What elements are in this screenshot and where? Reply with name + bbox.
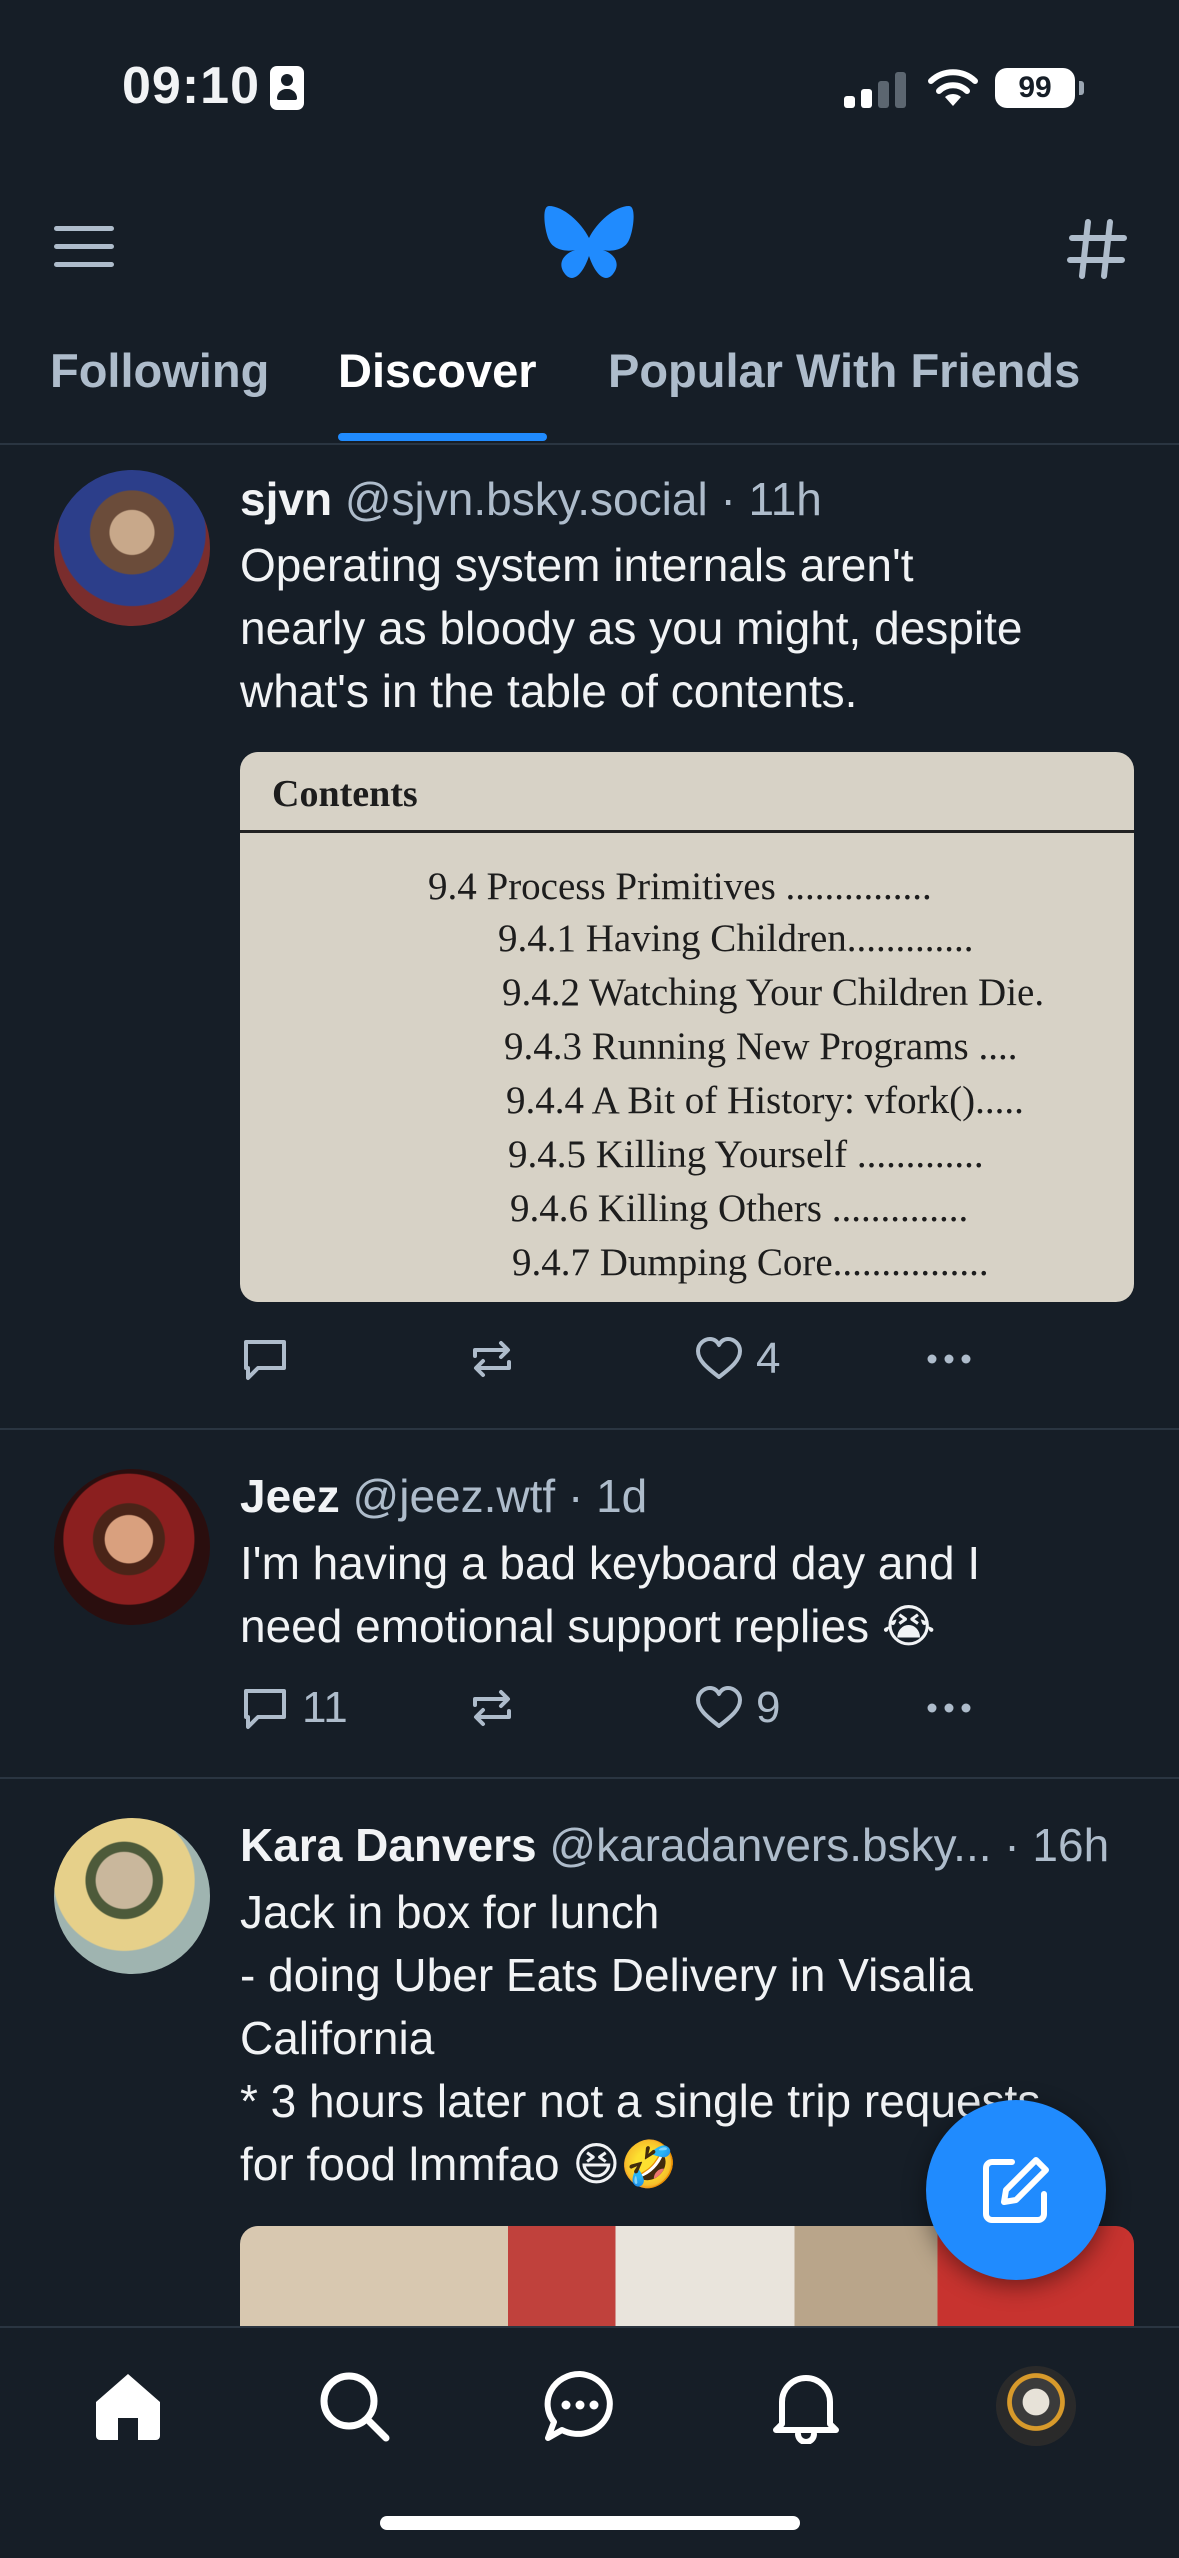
tab-following[interactable]: Following bbox=[50, 343, 269, 398]
image-line: 9.4.3 Running New Programs .... bbox=[504, 1025, 1018, 1068]
like-button[interactable]: 4 bbox=[694, 1334, 780, 1384]
header-divider bbox=[0, 443, 1179, 445]
post-header: Jeez @jeez.wtf · 1d bbox=[240, 1469, 647, 1523]
image-line: 9.4.5 Killing Yourself ............. bbox=[508, 1133, 984, 1176]
compose-button[interactable] bbox=[926, 2100, 1106, 2280]
tab-discover[interactable]: Discover bbox=[338, 343, 537, 398]
repost-icon bbox=[473, 1341, 511, 1377]
chat-icon[interactable] bbox=[542, 2368, 618, 2444]
handle[interactable]: @sjvn.bsky.social bbox=[345, 473, 708, 525]
heart-icon bbox=[696, 1337, 742, 1379]
butterfly-logo-icon[interactable] bbox=[543, 204, 635, 286]
like-button[interactable]: 9 bbox=[694, 1683, 780, 1733]
image-line: 9.4.2 Watching Your Children Die. bbox=[502, 971, 1045, 1014]
id-card-icon bbox=[270, 66, 304, 110]
hamburger-menu-icon[interactable] bbox=[52, 222, 116, 272]
display-name[interactable]: Jeez bbox=[240, 1470, 340, 1522]
reply-count: 11 bbox=[302, 1683, 348, 1732]
post-divider bbox=[0, 1777, 1179, 1779]
image-rule bbox=[240, 830, 1134, 833]
heart-icon bbox=[696, 1686, 742, 1728]
bell-icon[interactable] bbox=[768, 2368, 844, 2444]
display-name[interactable]: Kara Danvers bbox=[240, 1819, 537, 1871]
hashtag-icon[interactable] bbox=[1066, 218, 1128, 280]
avatar[interactable] bbox=[54, 1469, 210, 1625]
image-line: 9.4.6 Killing Others .............. bbox=[510, 1187, 969, 1230]
search-icon[interactable] bbox=[316, 2368, 392, 2444]
post-image[interactable]: Contents 9.4 Process Primitives ........… bbox=[240, 752, 1134, 1302]
wifi-icon bbox=[928, 69, 978, 106]
post-time: · 1d bbox=[567, 1470, 648, 1522]
post-text: I'm having a bad keyboard day and I need… bbox=[240, 1537, 981, 1652]
avatar[interactable] bbox=[54, 1818, 210, 1974]
more-icon bbox=[927, 1703, 971, 1713]
post-header: Kara Danvers @karadanvers.bsky... · 16h bbox=[240, 1818, 1109, 1872]
battery-icon: 99 bbox=[995, 68, 1084, 108]
compose-icon bbox=[983, 2157, 1049, 2223]
home-indicator bbox=[380, 2516, 800, 2530]
post-header: sjvn @sjvn.bsky.social · 11h bbox=[240, 472, 822, 526]
post-time: · 16h bbox=[1004, 1819, 1110, 1871]
image-contents-heading: Contents bbox=[272, 773, 418, 815]
repost-button[interactable] bbox=[467, 1334, 529, 1384]
reply-button[interactable]: 11 bbox=[240, 1683, 348, 1733]
reply-icon bbox=[244, 1689, 286, 1729]
more-options-button[interactable] bbox=[924, 1683, 974, 1733]
handle[interactable]: @jeez.wtf bbox=[353, 1470, 556, 1522]
avatar[interactable] bbox=[54, 470, 210, 626]
image-line: 9.4.7 Dumping Core................ bbox=[512, 1241, 989, 1284]
profile-avatar[interactable] bbox=[996, 2366, 1076, 2446]
handle[interactable]: @karadanvers.bsky... bbox=[549, 1819, 991, 1871]
status-time: 09:10 bbox=[122, 57, 260, 115]
like-count: 9 bbox=[756, 1683, 781, 1732]
more-options-button[interactable] bbox=[924, 1334, 974, 1384]
active-tab-indicator bbox=[338, 433, 547, 441]
image-line: 9.4.1 Having Children............. bbox=[498, 917, 974, 960]
post-time: · 11h bbox=[720, 473, 822, 525]
repost-icon bbox=[473, 1690, 511, 1726]
image-line: 9.4 Process Primitives ............... bbox=[428, 865, 932, 908]
post-divider bbox=[0, 1428, 1179, 1430]
cellular-signal-icon bbox=[844, 72, 906, 108]
image-line: 9.4.4 A Bit of History: vfork()..... bbox=[506, 1079, 1024, 1122]
tab-popular-with-friends[interactable]: Popular With Friends bbox=[608, 343, 1080, 398]
post-text: Operating system internals aren't nearly… bbox=[240, 539, 1023, 717]
display-name[interactable]: sjvn bbox=[240, 473, 332, 525]
more-icon bbox=[927, 1354, 971, 1364]
home-icon[interactable] bbox=[90, 2368, 166, 2444]
reply-button[interactable] bbox=[240, 1334, 302, 1384]
reply-icon bbox=[244, 1340, 286, 1380]
like-count: 4 bbox=[756, 1334, 781, 1383]
repost-button[interactable] bbox=[467, 1683, 529, 1733]
